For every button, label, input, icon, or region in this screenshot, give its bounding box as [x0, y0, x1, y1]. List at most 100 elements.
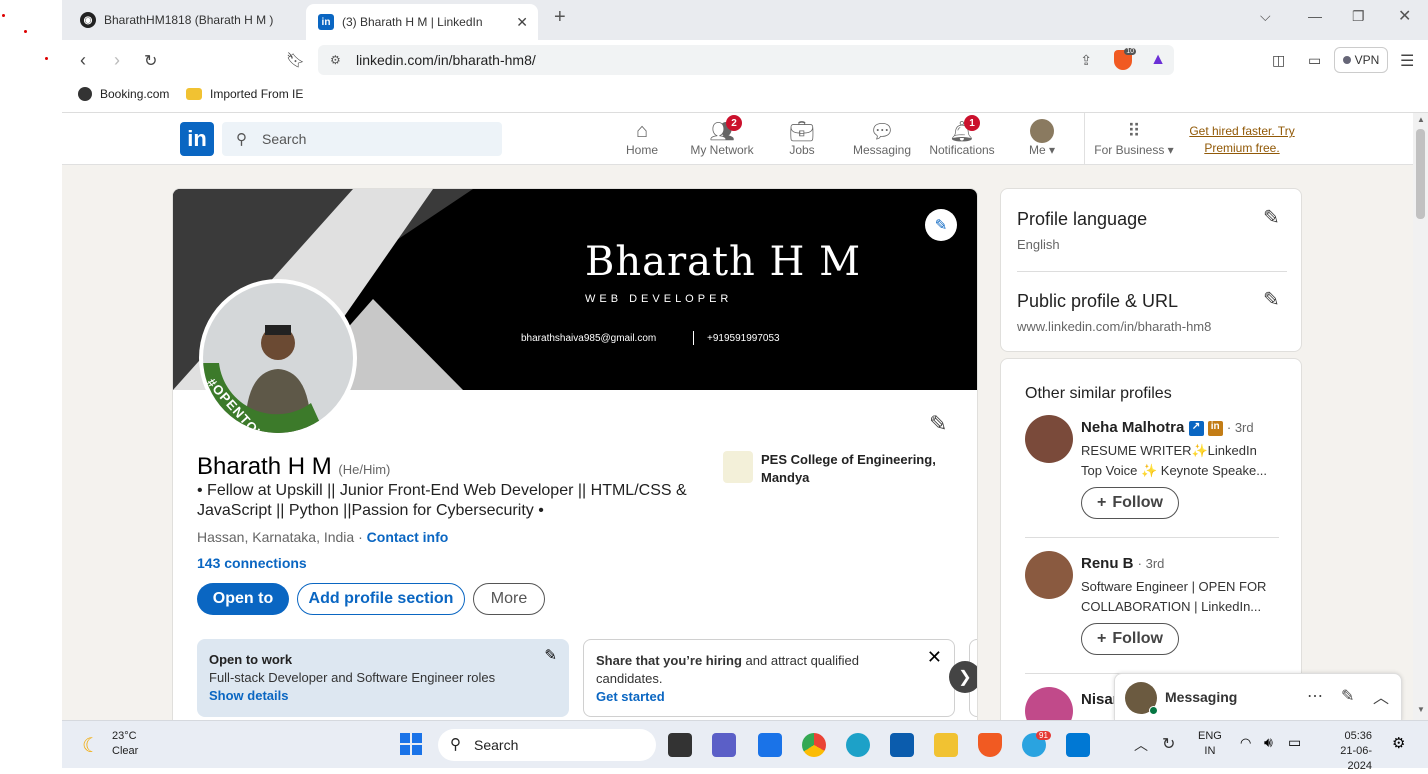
avatar[interactable] — [1025, 415, 1073, 463]
connections-link[interactable]: 143 connections — [197, 555, 307, 571]
follow-button[interactable]: + Follow — [1081, 487, 1179, 519]
folder-icon — [186, 88, 202, 100]
open-to-work-card[interactable]: Open to work Full-stack Developer and So… — [197, 639, 569, 717]
close-window-icon[interactable]: ✕ — [1398, 6, 1411, 26]
battery-icon[interactable]: ▭ — [1288, 734, 1301, 751]
linkedin-logo[interactable]: in — [180, 122, 214, 156]
more-options-icon[interactable]: ⋯ — [1307, 686, 1323, 706]
restore-icon[interactable]: ❐ — [1352, 8, 1365, 25]
more-button[interactable]: More — [473, 583, 545, 615]
contact-info-link[interactable]: Contact info — [367, 529, 449, 545]
show-details-link[interactable]: Show details — [209, 687, 557, 705]
teams-icon[interactable] — [712, 733, 736, 757]
scroll-thumb[interactable] — [1416, 129, 1425, 219]
bookmark-icon[interactable]: 🔖︎ — [286, 51, 305, 69]
chevron-up-icon[interactable]: ︿ — [1373, 684, 1389, 708]
edit-banner-icon[interactable]: ✎ — [925, 209, 957, 241]
edge-icon[interactable] — [846, 733, 870, 757]
chevron-down-icon[interactable]: ⌵ — [1260, 8, 1271, 25]
chat-icon: 💬︎ — [869, 120, 895, 143]
globe-icon — [78, 87, 92, 101]
site-settings-icon[interactable]: ⚙ — [330, 53, 341, 67]
edit-language-icon[interactable]: ✎ — [1263, 205, 1280, 230]
notification-center-icon[interactable]: ⚙ — [1392, 734, 1405, 752]
minimize-icon[interactable]: — — [1308, 8, 1322, 24]
person-name[interactable]: Nisar — [1081, 691, 1119, 708]
nav-my-network[interactable]: 👥︎ 2 My Network — [682, 115, 762, 157]
person-name[interactable]: Neha Malhotra ↗ in · 3rd — [1081, 419, 1254, 436]
share-icon[interactable]: ⇪ — [1080, 52, 1092, 69]
file-explorer-icon[interactable] — [934, 733, 958, 757]
brave-rewards-icon[interactable]: ▲ — [1150, 51, 1166, 69]
task-view-icon[interactable] — [668, 733, 692, 757]
url-field[interactable]: ⚙ linkedin.com/in/bharath-hm8/ ⇪ 10 ▲ — [318, 45, 1174, 75]
bookmark-booking[interactable]: Booking.com — [78, 87, 169, 101]
nav-label: Me — [1028, 143, 1046, 157]
taskbar-search-label: Search — [474, 737, 519, 753]
nav-label: For Business — [1094, 143, 1165, 157]
wifi-icon[interactable]: ◠ — [1240, 735, 1251, 751]
nav-home[interactable]: ⌂ Home — [602, 119, 682, 158]
messaging-title: Messaging — [1165, 689, 1238, 705]
windows-start-icon[interactable] — [400, 733, 422, 755]
nav-notifications[interactable]: 🔔︎ 1 Notifications — [922, 115, 1002, 157]
vscode-icon[interactable] — [1066, 733, 1090, 757]
store-icon[interactable] — [890, 733, 914, 757]
linkedin-header: in ⚲ Search ⌂ Home 👥︎ 2 My Network 💼︎ Job… — [62, 113, 1413, 165]
speaker-icon[interactable]: 🔊︎ — [1264, 734, 1273, 751]
tab-github[interactable]: ◉ BharathHM1818 (Bharath H M ) — [68, 6, 304, 34]
open-to-button[interactable]: Open to — [197, 583, 289, 615]
compose-icon[interactable]: ✎ — [1341, 686, 1354, 706]
back-icon[interactable]: ‹ — [80, 50, 86, 71]
close-icon[interactable]: ✕ — [927, 648, 942, 666]
person-name[interactable]: Renu B · 3rd — [1081, 555, 1164, 572]
follow-label: Follow — [1112, 494, 1163, 511]
premium-promo-link[interactable]: Get hired faster. Try Premium free. — [1182, 123, 1302, 157]
scroll-down-icon[interactable]: ▼ — [1417, 705, 1425, 714]
chevron-up-icon[interactable]: ︿ — [1134, 735, 1148, 755]
nav-messaging[interactable]: 💬︎ Messaging — [842, 119, 922, 158]
brave-icon[interactable] — [978, 733, 1002, 757]
vpn-button[interactable]: VPN — [1334, 47, 1388, 73]
get-started-link[interactable]: Get started — [596, 688, 942, 706]
mail-icon[interactable] — [758, 733, 782, 757]
divider — [1025, 537, 1279, 538]
messaging-dock[interactable]: Messaging ⋯ ✎ ︿ — [1114, 673, 1402, 720]
add-profile-section-button[interactable]: Add profile section — [297, 583, 465, 615]
shield-count: 10 — [1124, 48, 1136, 55]
page-scrollbar[interactable]: ▲ ▼ — [1413, 113, 1428, 720]
edit-open-to-work-icon[interactable]: ✎ — [544, 647, 557, 665]
education-link[interactable]: PES College of Engineering, Mandya — [761, 451, 951, 487]
nav-for-business[interactable]: ⠿ For Business ▾ — [1092, 119, 1176, 158]
forward-icon[interactable]: › — [114, 50, 120, 71]
follow-button[interactable]: + Follow — [1081, 623, 1179, 655]
search-input[interactable]: ⚲ Search — [222, 122, 502, 156]
taskbar-search-input[interactable]: ⚲ Search — [438, 729, 656, 761]
sidebar-icon[interactable]: ◫ — [1272, 52, 1285, 69]
avatar[interactable] — [1025, 687, 1073, 720]
chrome-icon[interactable] — [802, 733, 826, 757]
scroll-up-icon[interactable]: ▲ — [1417, 115, 1425, 124]
close-tab-icon[interactable]: ✕ — [516, 14, 528, 31]
nav-jobs[interactable]: 💼︎ Jobs — [762, 119, 842, 158]
new-tab-icon[interactable]: + — [554, 6, 566, 29]
avatar[interactable] — [1025, 551, 1073, 599]
sync-icon[interactable]: ↻ — [1162, 734, 1175, 754]
tab-linkedin[interactable]: in (3) Bharath H M | LinkedIn ✕ — [306, 4, 538, 40]
nav-me[interactable]: Me ▾ — [1002, 119, 1082, 157]
premium-icon: in — [1207, 420, 1223, 436]
person-headline: RESUME WRITER✨LinkedIn Top Voice ✨ Keyno… — [1081, 441, 1286, 481]
edit-url-icon[interactable]: ✎ — [1263, 287, 1280, 312]
reload-icon[interactable]: ↻ — [144, 51, 157, 71]
weather-widget[interactable]: 23°C Clear — [112, 729, 138, 759]
profile-photo[interactable]: #OPENTOWORK — [199, 279, 357, 437]
profile-language-title: Profile language — [1017, 209, 1148, 229]
menu-icon[interactable]: ☰ — [1400, 51, 1414, 71]
wallet-icon[interactable]: ▭ — [1308, 52, 1321, 69]
edit-intro-icon[interactable]: ✎ — [929, 411, 947, 437]
bookmark-imported[interactable]: Imported From IE — [186, 87, 303, 101]
carousel-next-icon[interactable]: ❯ — [949, 661, 977, 693]
nav-label: Jobs — [789, 143, 815, 157]
clock[interactable]: 05:36 21-06-2024 — [1318, 729, 1372, 774]
language-indicator[interactable]: ENG IN — [1198, 729, 1222, 759]
